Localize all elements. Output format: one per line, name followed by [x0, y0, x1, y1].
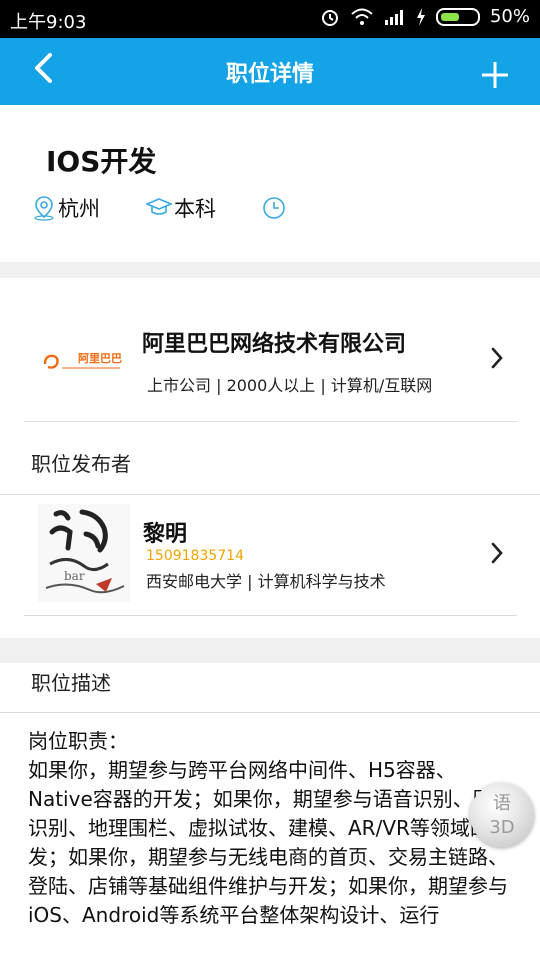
clock-icon	[263, 197, 285, 219]
company-logo: 阿里巴巴	[43, 351, 122, 369]
signal-icon	[384, 9, 403, 25]
graduation-cap-icon	[146, 198, 172, 215]
company-chevron	[490, 346, 504, 376]
floating-button-line2: 3D	[489, 817, 515, 838]
divider	[24, 421, 517, 422]
page-title: 职位详情	[225, 62, 314, 87]
battery-percent: 50%	[489, 6, 530, 27]
divider	[0, 712, 540, 713]
company-card: 阿里巴巴 阿里巴巴网络技术有限公司 上市公司 | 2000人以上 | 计算机/互…	[0, 278, 540, 638]
svg-text:bar: bar	[64, 569, 85, 583]
publisher-phone[interactable]: 15091835714	[146, 548, 244, 564]
job-summary-card: IOS开发 杭州 本科	[0, 105, 540, 262]
description-heading: 岗位职责：	[28, 729, 128, 753]
description-section-label: 职位描述	[31, 671, 111, 695]
job-meta: 杭州 本科	[32, 193, 334, 223]
company-row[interactable]: 阿里巴巴 阿里巴巴网络技术有限公司 上市公司 | 2000人以上 | 计算机/互…	[0, 278, 540, 421]
wifi-icon	[351, 8, 373, 25]
charging-icon	[416, 7, 425, 26]
battery-icon	[435, 7, 480, 26]
status-bar: 上午9:03 50%	[0, 0, 540, 38]
app-header: 职位详情	[0, 38, 540, 105]
status-time: 上午9:03	[10, 12, 87, 33]
location-pin-icon	[34, 196, 54, 221]
company-logo-text: 阿里巴巴	[78, 351, 122, 365]
chevron-right-icon	[491, 347, 503, 369]
job-time	[262, 196, 288, 220]
publisher-name: 黎明	[143, 522, 188, 547]
job-location-text: 杭州	[58, 197, 100, 221]
job-location: 杭州	[32, 193, 100, 223]
publisher-row[interactable]: bar 黎明 15091835714 西安邮电大学 | 计算机科学与技术	[0, 494, 540, 616]
publisher-school: 西安邮电大学 | 计算机科学与技术	[146, 572, 386, 591]
alarm-icon	[321, 9, 338, 26]
chevron-right-icon	[491, 542, 503, 564]
description-text: 如果你，期望参与跨平台网络中间件、H5容器、Native容器的开发；如果你，期望…	[28, 758, 513, 927]
publisher-avatar: bar	[38, 504, 130, 602]
publisher-chevron	[490, 541, 504, 571]
job-degree: 本科	[146, 193, 216, 223]
publisher-avatar-image: bar	[45, 509, 125, 594]
floating-voice-3d-button[interactable]: 语 3D	[470, 783, 534, 847]
job-title: IOS开发	[46, 145, 157, 178]
company-meta: 上市公司 | 2000人以上 | 计算机/互联网	[147, 376, 433, 395]
divider	[24, 615, 517, 616]
job-degree-text: 本科	[174, 197, 216, 221]
floating-button-line1: 语	[493, 793, 511, 814]
plus-icon	[482, 62, 508, 88]
publisher-section-label: 职位发布者	[31, 452, 131, 476]
job-description-card: 职位描述 岗位职责： 如果你，期望参与跨平台网络中间件、H5容器、Native容…	[0, 663, 540, 960]
description-body: 岗位职责： 如果你，期望参与跨平台网络中间件、H5容器、Native容器的开发；…	[28, 727, 518, 930]
company-name: 阿里巴巴网络技术有限公司	[142, 332, 407, 357]
status-icons: 50%	[320, 6, 530, 27]
add-button[interactable]	[480, 48, 510, 97]
